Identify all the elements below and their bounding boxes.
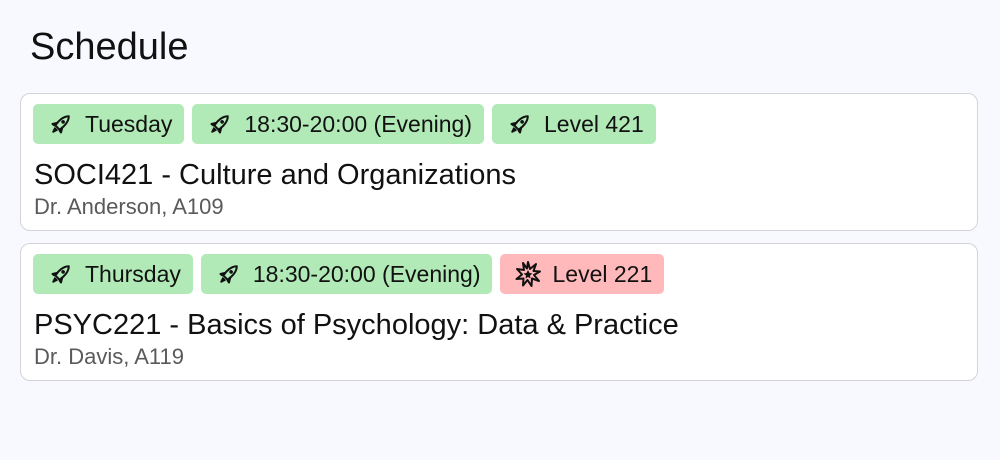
course-instructor-room: Dr. Anderson, A109 [34, 194, 224, 219]
time-badge: 18:30-20:00 (Evening) [200, 254, 493, 294]
badge-text: 18:30-20:00 (Evening) [244, 111, 472, 137]
badge-text: Level 221 [552, 261, 653, 287]
level-badge: Level 421 [491, 104, 656, 144]
badge-text: 18:30-20:00 (Evening) [252, 261, 481, 287]
badge-row: Tuesday 18:30-20:00 (Evening) Level 421 [33, 104, 656, 144]
badge-row: Thursday 18:30-20:00 (Evening) Level 221 [33, 254, 665, 294]
day-badge: Tuesday [33, 104, 185, 144]
explosion-icon [514, 260, 542, 288]
course-title: SOCI421 - Culture and Organizations [34, 159, 516, 191]
badge-text: Thursday [85, 261, 181, 287]
rocket-icon [215, 260, 243, 288]
level-badge: Level 221 [500, 254, 665, 294]
course-card[interactable]: Thursday 18:30-20:00 (Evening) Level 221… [20, 243, 978, 381]
rocket-icon [47, 110, 75, 138]
rocket-icon [206, 110, 234, 138]
course-instructor-room: Dr. Davis, A119 [34, 344, 184, 369]
badge-text: Level 421 [543, 111, 644, 137]
time-badge: 18:30-20:00 (Evening) [192, 104, 484, 144]
course-title: PSYC221 - Basics of Psychology: Data & P… [34, 309, 679, 341]
page-title: Schedule [30, 26, 189, 68]
rocket-icon [47, 260, 75, 288]
day-badge: Thursday [33, 254, 193, 294]
rocket-icon [506, 110, 534, 138]
course-card[interactable]: Tuesday 18:30-20:00 (Evening) Level 421 … [20, 93, 978, 231]
badge-text: Tuesday [85, 111, 173, 137]
